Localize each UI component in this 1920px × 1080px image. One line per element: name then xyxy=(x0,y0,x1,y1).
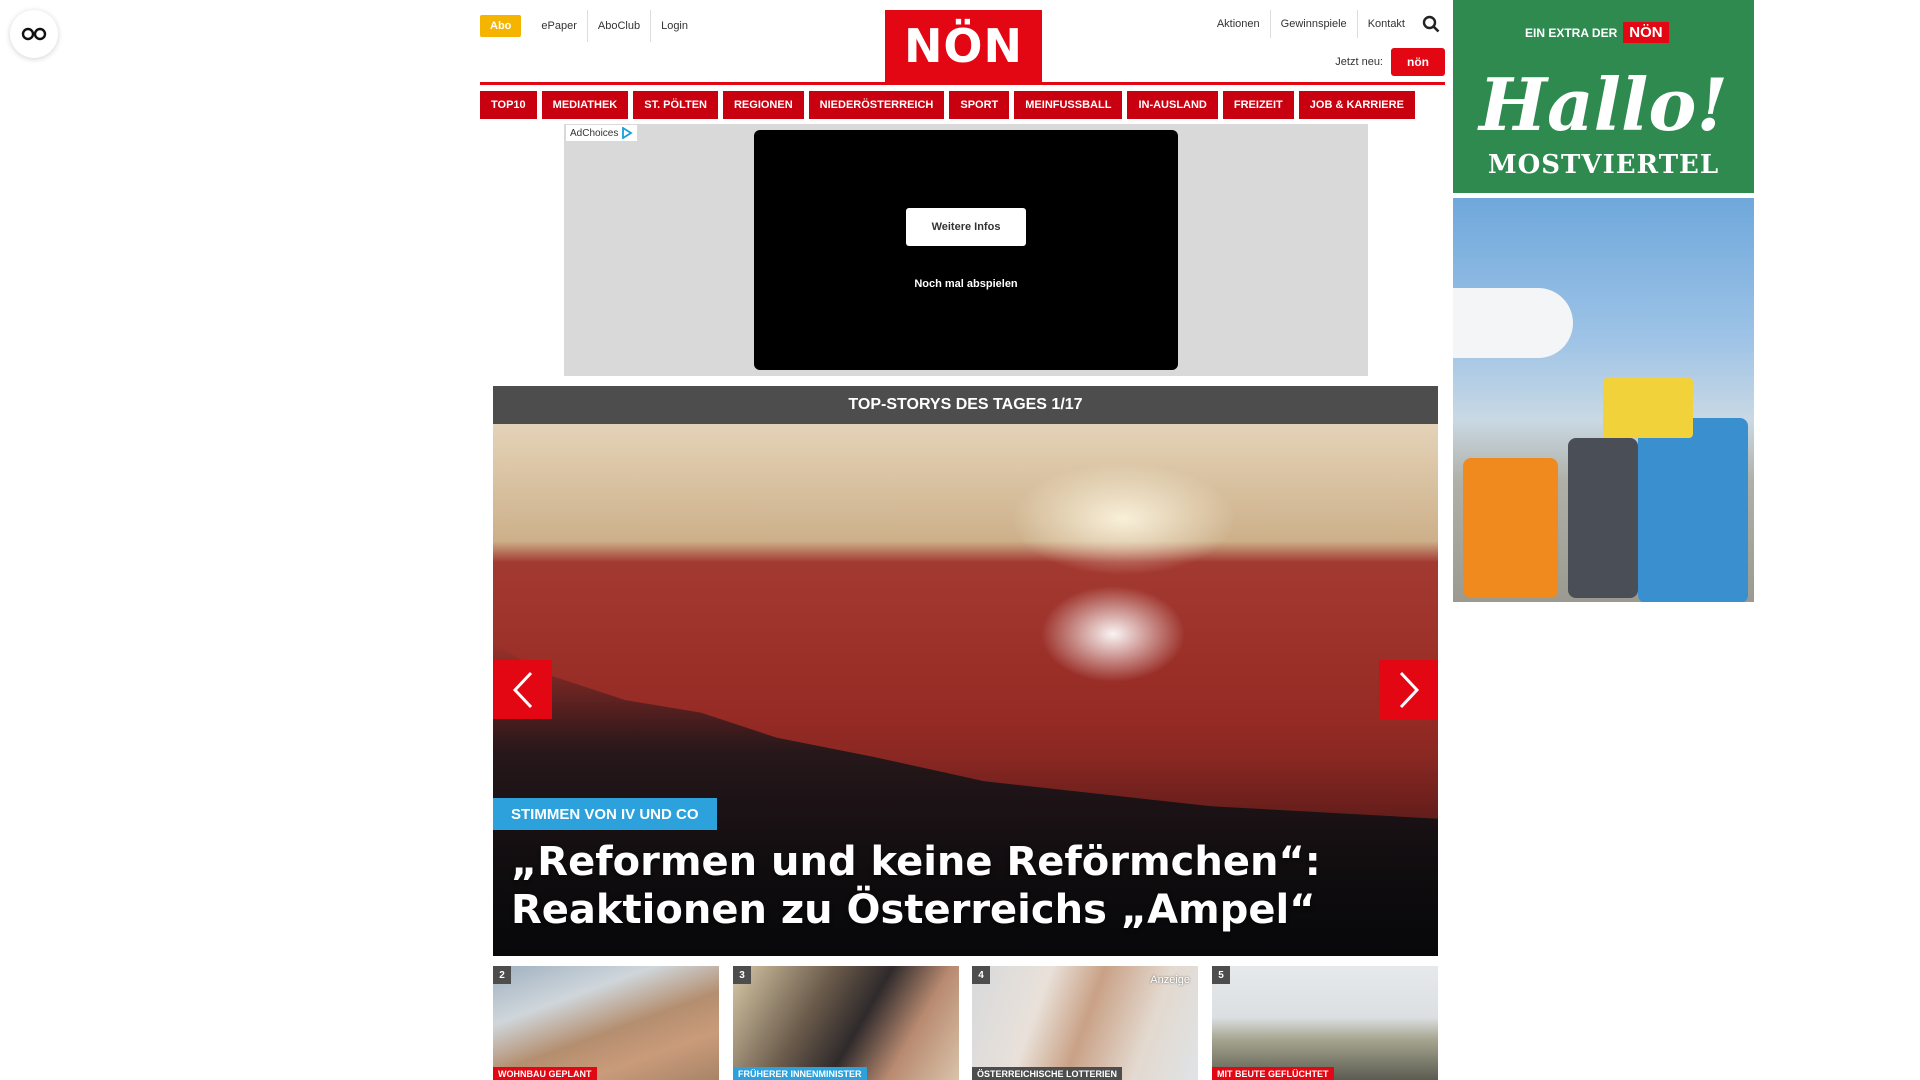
thumb-label: MIT BEUTE GEFLÜCHTET xyxy=(1212,1067,1334,1080)
nav-item-mediathek[interactable]: MEDIATHEK xyxy=(541,91,629,119)
chevron-left-icon xyxy=(512,671,532,708)
thumb-label: ÖSTERREICHISCHE LOTTERIEN xyxy=(972,1067,1123,1080)
thumb-number: 3 xyxy=(733,966,751,984)
nav-item-sport[interactable]: SPORT xyxy=(949,91,1010,119)
login-link[interactable]: Login xyxy=(650,10,698,42)
story-thumb-5[interactable]: 5 MIT BEUTE GEFLÜCHTET xyxy=(1212,966,1438,1080)
side-ad-extra: EIN EXTRA DER NÖN xyxy=(1525,22,1669,43)
hero-headline-line2: Reaktionen zu Österreichs „Ampel“ xyxy=(511,887,1316,933)
hero-headline-line1: „Reformen und keine Reförmchen“: xyxy=(511,839,1321,885)
airplane-shape xyxy=(1453,288,1573,358)
suitcase-shape xyxy=(1568,438,1638,598)
story-thumb-3[interactable]: 3 FRÜHERER INNENMINISTER xyxy=(733,966,959,1080)
story-thumb-4[interactable]: 4 Anzeige ÖSTERREICHISCHE LOTTERIEN xyxy=(972,966,1198,1080)
hero-slide[interactable]: STIMMEN VON IV UND CO „Reformen und kein… xyxy=(493,424,1438,956)
slider-next-button[interactable] xyxy=(1379,660,1438,719)
jetzt-neu-label: Jetzt neu: xyxy=(1335,56,1383,68)
accessibility-button[interactable] xyxy=(10,10,58,58)
side-ad-logo: NÖN xyxy=(1623,22,1669,43)
site-logo[interactable]: NÖN xyxy=(885,10,1042,82)
nav-item-meinfussball[interactable]: MEINFUSSBALL xyxy=(1014,91,1123,119)
thumb-number: 4 xyxy=(972,966,990,984)
thumb-number: 2 xyxy=(493,966,511,984)
thumb-label: FRÜHERER INNENMINISTER xyxy=(733,1067,867,1080)
jetzt-neu-promo[interactable]: Jetzt neu: nön xyxy=(1335,48,1445,76)
thumb-number: 5 xyxy=(1212,966,1230,984)
top-stories-title: TOP-STORYS DES TAGES 1/17 xyxy=(493,386,1438,424)
jetzt-neu-logo[interactable]: nön xyxy=(1391,48,1445,76)
story-thumbnails: 2 WOHNBAU GEPLANT 3 FRÜHERER INNENMINIST… xyxy=(493,966,1438,1080)
nav-item-freizeit[interactable]: FREIZEIT xyxy=(1222,91,1294,119)
adchoices-icon xyxy=(622,127,634,139)
nav-item-niederoesterreich[interactable]: NIEDERÖSTERREICH xyxy=(808,91,945,119)
adchoices-label: AdChoices xyxy=(570,127,619,139)
hero-tag[interactable]: STIMMEN VON IV UND CO xyxy=(493,798,717,830)
side-ad-region: MOSTVIERTEL xyxy=(1487,150,1720,180)
aboclub-link[interactable]: AboClub xyxy=(586,10,650,42)
main-navigation: TOP10 MEDIATHEK ST. PÖLTEN REGIONEN NIED… xyxy=(480,91,1445,119)
hero-headline[interactable]: „Reformen und keine Reförmchen“: Reaktio… xyxy=(511,838,1411,934)
more-info-button[interactable]: Weitere Infos xyxy=(906,208,1026,246)
video-ad: AdChoices Weitere Infos Noch mal abspiel… xyxy=(564,124,1368,376)
gewinnspiele-link[interactable]: Gewinnspiele xyxy=(1269,10,1357,38)
luggage-cart-shape xyxy=(1603,378,1693,438)
glasses-icon xyxy=(21,27,47,41)
chevron-right-icon xyxy=(1399,671,1419,708)
adchoices-badge[interactable]: AdChoices xyxy=(566,125,638,141)
nav-item-regionen[interactable]: REGIONEN xyxy=(722,91,804,119)
video-player[interactable]: Weitere Infos Noch mal abspielen xyxy=(754,130,1178,370)
aktionen-link[interactable]: Aktionen xyxy=(1207,10,1270,38)
suitcase-shape xyxy=(1463,458,1558,598)
top-nav-left: Abo ePaper AboClub Login xyxy=(480,10,698,42)
side-ad-hallo: Hallo! xyxy=(1478,62,1728,147)
search-icon[interactable] xyxy=(1417,10,1445,38)
site-header: Abo ePaper AboClub Login NÖN Aktionen Ge… xyxy=(480,0,1445,120)
ad-label: Anzeige xyxy=(1150,974,1190,986)
epaper-link[interactable]: ePaper xyxy=(531,10,586,42)
side-banner-ad[interactable]: EIN EXTRA DER NÖN Hallo! MOSTVIERTEL xyxy=(1453,0,1754,602)
nav-item-in-ausland[interactable]: IN-AUSLAND xyxy=(1127,91,1218,119)
kontakt-link[interactable]: Kontakt xyxy=(1356,10,1415,38)
abo-button[interactable]: Abo xyxy=(480,15,522,37)
side-ad-header: EIN EXTRA DER NÖN Hallo! MOSTVIERTEL xyxy=(1453,0,1754,193)
slider-prev-button[interactable] xyxy=(493,660,552,719)
side-ad-image xyxy=(1453,198,1754,602)
side-ad-extra-label: EIN EXTRA DER xyxy=(1525,25,1618,40)
nav-item-job-karriere[interactable]: JOB & KARRIERE xyxy=(1298,91,1415,119)
nav-item-st-poelten[interactable]: ST. PÖLTEN xyxy=(633,91,718,119)
story-thumb-2[interactable]: 2 WOHNBAU GEPLANT xyxy=(493,966,719,1080)
top-nav-right: Aktionen Gewinnspiele Kontakt xyxy=(1207,10,1445,38)
header-divider xyxy=(480,82,1445,85)
replay-button[interactable]: Noch mal abspielen xyxy=(754,278,1178,290)
nav-item-top10[interactable]: TOP10 xyxy=(480,91,537,119)
thumb-label: WOHNBAU GEPLANT xyxy=(493,1067,597,1080)
suitcase-shape xyxy=(1638,418,1748,602)
